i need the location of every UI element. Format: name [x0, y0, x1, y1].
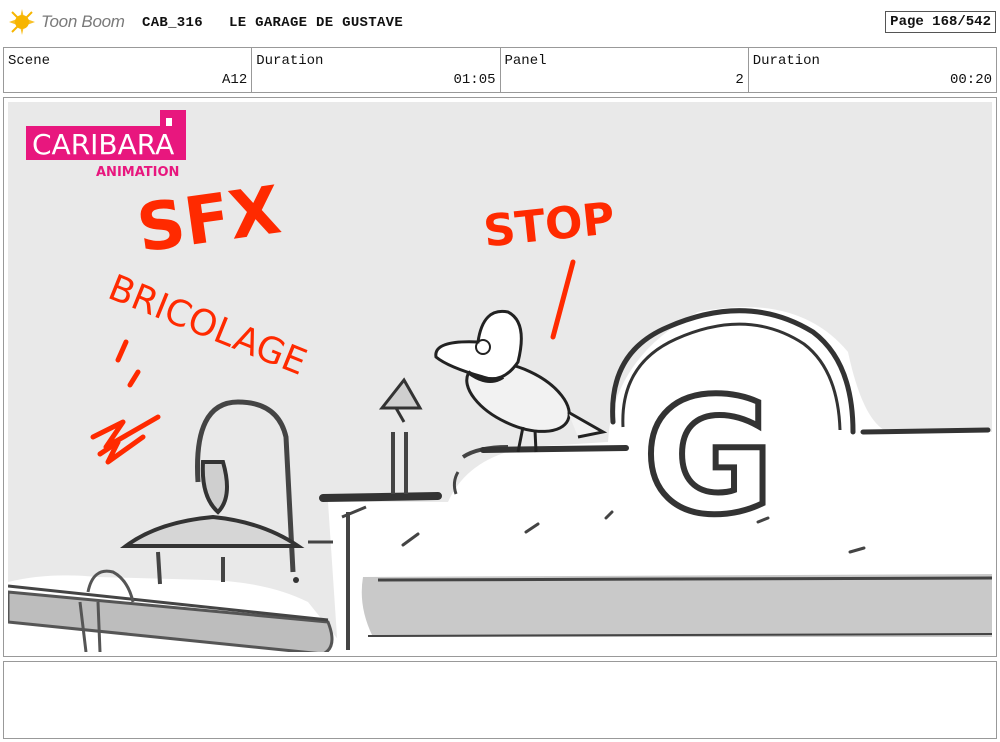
logo-sub-text: ANIMATION	[96, 165, 179, 180]
scene-duration-cell: Duration 01:05	[252, 48, 501, 92]
scene-label: Scene	[8, 53, 51, 69]
storyboard-panel: G STOP SFX BRICOLAGE CARIBARA ANIMATION	[3, 97, 997, 657]
panel-duration-label: Duration	[752, 53, 820, 69]
page-indicator: Page 168/542	[885, 11, 996, 33]
scene-value: A12	[222, 72, 248, 88]
toon-boom-star-icon	[9, 9, 35, 35]
project-title-line: CAB_316 LE GARAGE DE GUSTAVE	[142, 15, 403, 31]
sign-letter: G	[643, 363, 774, 550]
toon-boom-logo: Toon Boom	[8, 8, 125, 36]
scene-cell: Scene A12	[4, 48, 253, 92]
panel-cell: Panel 2	[501, 48, 749, 92]
panel-value: 2	[735, 72, 744, 88]
scene-duration-value: 01:05	[453, 72, 496, 88]
project-code: CAB_316	[142, 15, 203, 31]
base-slab	[361, 574, 992, 637]
logo-main-text: CARIBARA	[32, 128, 174, 161]
project-title: LE GARAGE DE GUSTAVE	[229, 15, 404, 31]
panel-notes-area[interactable]	[3, 661, 997, 739]
panel-label: Panel	[504, 53, 547, 69]
panel-duration-cell: Duration 00:20	[749, 48, 996, 92]
panel-artwork: G STOP SFX BRICOLAGE CARIBARA ANIMATION	[8, 102, 992, 652]
storyboard-info-bar: Scene A12 Duration 01:05 Panel 2 Duratio…	[3, 47, 997, 93]
scene-duration-label: Duration	[256, 53, 324, 69]
panel-duration-value: 00:20	[949, 72, 992, 88]
brand-name: Toon Boom	[41, 12, 125, 31]
